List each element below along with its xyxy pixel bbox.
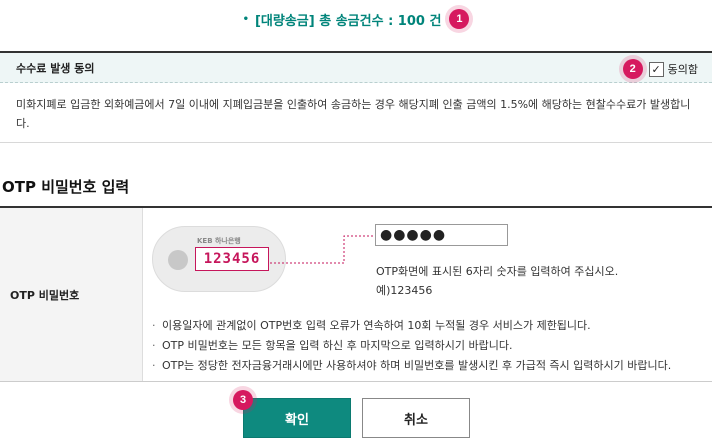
otp-device-button-icon: [168, 250, 188, 270]
otp-device-illustration: KEB 하나은행 123456: [152, 226, 286, 292]
step-badge-3: 3: [233, 390, 253, 410]
otp-table: OTP 비밀번호 KEB 하나은행 123456 OTP화면에 표시된 6자리 …: [0, 206, 712, 382]
agree-checkbox[interactable]: ✓: [648, 61, 664, 77]
note-item: OTP 비밀번호는 모든 항목을 입력 하신 후 마지막으로 입력하시기 바랍니…: [152, 336, 707, 356]
divider: [0, 142, 712, 143]
bank-logo: KEB 하나은행: [197, 237, 241, 245]
transfer-summary: • [대량송금] 총 송금건수 : 100 건 1: [0, 0, 712, 38]
step-badge-1: 1: [449, 9, 470, 29]
otp-device-code: 123456: [195, 247, 269, 271]
otp-example: 예)123456: [376, 284, 433, 297]
fee-consent-header: 수수료 발생 동의 2 ✓ 동의함: [0, 53, 712, 83]
summary-bullet: •: [242, 13, 249, 25]
agree-checkbox-group[interactable]: 2 ✓ 동의함: [622, 59, 698, 79]
check-icon: ✓: [651, 62, 661, 76]
fee-consent-title: 수수료 발생 동의: [16, 61, 95, 75]
otp-help-text: OTP화면에 표시된 6자리 숫자를 입력하여 주십시오. 예)123456: [376, 262, 618, 300]
agree-label[interactable]: 동의함: [668, 61, 698, 77]
otp-password-input[interactable]: [375, 224, 508, 246]
confirm-button[interactable]: 확인: [243, 398, 351, 438]
cancel-button[interactable]: 취소: [362, 398, 470, 438]
connector-line: [270, 235, 376, 264]
otp-row-label: OTP 비밀번호: [0, 208, 143, 381]
otp-notes: 이용일자에 관계없이 OTP번호 입력 오류가 연속하여 10회 누적될 경우 …: [152, 316, 707, 376]
otp-section-title: OTP 비밀번호 입력: [2, 178, 130, 196]
note-item: 이용일자에 관계없이 OTP번호 입력 오류가 연속하여 10회 누적될 경우 …: [152, 316, 707, 336]
otp-help-line: OTP화면에 표시된 6자리 숫자를 입력하여 주십시오.: [376, 265, 619, 278]
step-badge-2: 2: [622, 59, 643, 79]
fee-consent-description: 미화지폐로 입금한 외화예금에서 7일 이내에 지폐입금분을 인출하여 송금하는…: [16, 98, 691, 130]
summary-text: [대량송금] 총 송금건수 : 100 건: [254, 13, 442, 29]
note-item: OTP는 정당한 전자금융거래시에만 사용하셔야 하며 비밀번호를 발생시킨 후…: [152, 356, 707, 376]
